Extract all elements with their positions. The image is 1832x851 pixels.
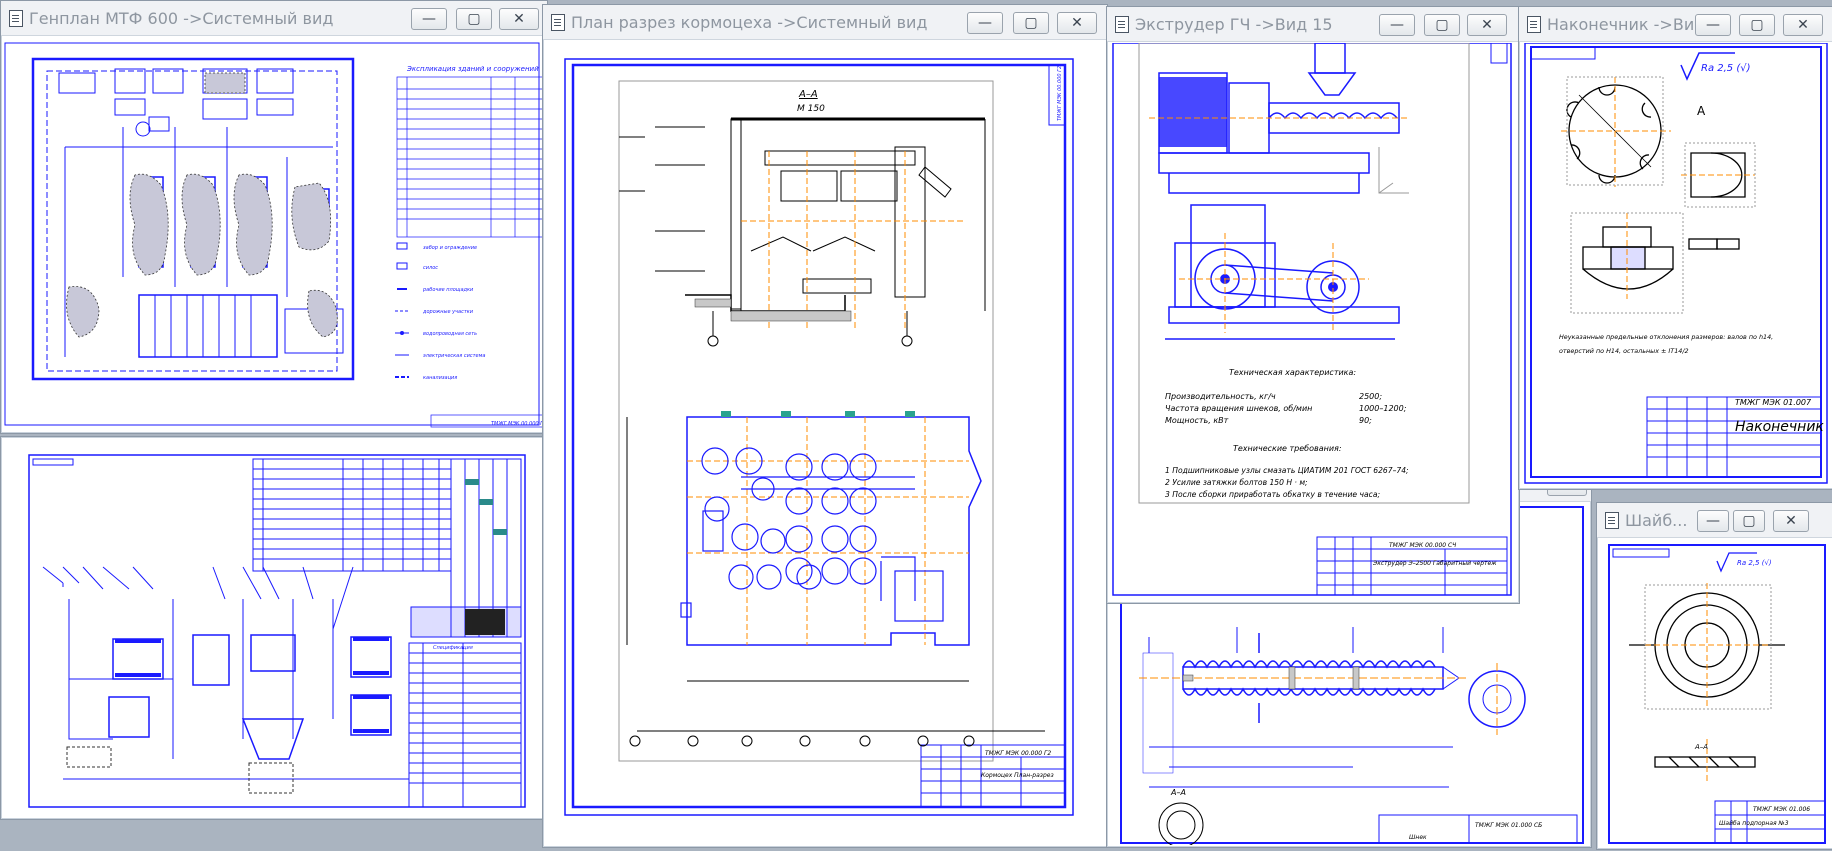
stamp-code: ТМЖГ МЭК 01.006 xyxy=(1753,806,1810,813)
close-button[interactable]: ✕ xyxy=(1783,14,1823,36)
window-plan[interactable]: План разрез кормоцеха ->Системный вид — … xyxy=(542,4,1108,848)
legend-item: канализация xyxy=(423,375,457,381)
minimize-button[interactable]: — xyxy=(967,12,1003,34)
window-title: Шайб... xyxy=(1625,511,1688,530)
drawing-canvas[interactable]: А–А М 150 ТМЖГ МЭК 00.000 Г2 Кормоцех Пл… xyxy=(545,41,1105,845)
side-code: ТМЖГ МЭК 00.000 Г2 xyxy=(1057,66,1063,121)
document-icon xyxy=(551,14,565,31)
req-item: 3 После сборки приработать обкатку в теч… xyxy=(1165,490,1380,499)
window-genplan[interactable]: Генплан МТФ 600 ->Системный вид — ▢ ✕ Эк… xyxy=(0,0,548,434)
legend-item: дорожные участки xyxy=(422,309,474,315)
close-button[interactable]: ✕ xyxy=(1467,14,1507,36)
close-button[interactable]: ✕ xyxy=(499,8,539,30)
section-label: А–А xyxy=(1170,788,1186,797)
window-title: План разрез кормоцеха ->Системный вид xyxy=(571,13,928,32)
section-title: А–А xyxy=(798,89,818,100)
titlebar[interactable]: Экструдер ГЧ ->Вид 15 — ▢ ✕ xyxy=(1107,7,1519,42)
window-title: Генплан МТФ 600 ->Системный вид xyxy=(29,9,334,28)
spec-value: 90; xyxy=(1359,416,1372,425)
maximize-button[interactable]: ▢ xyxy=(1424,14,1460,36)
close-button[interactable]: ✕ xyxy=(1773,510,1809,532)
titlebar[interactable]: Шайб... — ▢ ✕ xyxy=(1597,503,1832,538)
document-icon xyxy=(9,10,23,27)
req-item: 1 Подшипниковые узлы смазать ЦИАТИМ 201 … xyxy=(1165,466,1409,475)
window-title: Экструдер ГЧ ->Вид 15 xyxy=(1135,15,1333,34)
spec-label: Спецификация xyxy=(433,645,473,651)
window-unit[interactable]: Спецификация xyxy=(0,436,544,820)
stamp-code: ТМЖГ МЭК 00.000 СЧ xyxy=(1389,542,1456,549)
stamp-name: Наконечник xyxy=(1735,419,1824,435)
explication-title: Экспликация зданий и сооружений xyxy=(406,65,539,73)
spec-label: Частота вращения шнеков, об/мин xyxy=(1165,404,1312,413)
spec-label: Мощность, кВт xyxy=(1165,416,1229,425)
maximize-button[interactable]: ▢ xyxy=(456,8,492,30)
legend-item: рабочие площадки xyxy=(422,287,474,293)
req-title: Технические требования: xyxy=(1233,444,1342,453)
note-line: отверстий по Н14, остальных ± IT14/2 xyxy=(1559,347,1689,355)
legend-item: силос xyxy=(423,265,438,271)
titlebar[interactable]: Наконечник ->Вид... — ▢ ✕ xyxy=(1519,7,1832,42)
note-line: Неуказанные предельные отклонения размер… xyxy=(1559,333,1773,341)
req-item: 2 Усилие затяжки болтов 150 Н · м; xyxy=(1165,478,1308,487)
stamp-code: ТМЖГ МЭК 00.000 Г xyxy=(491,421,544,427)
drawing-canvas[interactable]: Спецификация xyxy=(3,439,541,817)
drawing-canvas[interactable]: Ra 2,5 (√) А Неуказанные предельные откл… xyxy=(1521,43,1831,487)
stamp-code: ТМЖГ МЭК 00.000 Г2 xyxy=(985,750,1051,757)
section-label: А–А xyxy=(1694,743,1708,751)
minimize-button[interactable]: — xyxy=(1379,14,1415,36)
roughness-label: Ra 2,5 (√) xyxy=(1737,559,1772,567)
legend-item: забор и ограждение xyxy=(423,245,477,251)
stamp-code: ТМЖГ МЭК 01.000 СБ xyxy=(1475,822,1542,829)
roughness-label: Ra 2,5 (√) xyxy=(1701,63,1751,74)
document-icon xyxy=(1605,512,1619,529)
spec-label: Производительность, кг/ч xyxy=(1165,392,1276,401)
tech-title: Техническая характеристика: xyxy=(1229,368,1356,377)
maximize-button[interactable]: ▢ xyxy=(1733,510,1765,532)
drawing-canvas[interactable]: Техническая характеристика: Производител… xyxy=(1109,43,1517,601)
spec-value: 1000–1200; xyxy=(1359,404,1407,413)
legend-item: электрическая система xyxy=(423,353,485,359)
window-washer[interactable]: Шайб... — ▢ ✕ Ra 2,5 (√) А–А ТМЖГ МЭК 01… xyxy=(1596,502,1832,850)
close-button[interactable]: ✕ xyxy=(1057,12,1097,34)
scale-label: М 150 xyxy=(797,104,825,114)
document-icon xyxy=(1115,16,1129,33)
maximize-button[interactable]: ▢ xyxy=(1739,14,1775,36)
window-extruder[interactable]: Экструдер ГЧ ->Вид 15 — ▢ ✕ Техническая … xyxy=(1106,6,1520,604)
drawing-canvas[interactable]: Экспликация зданий и сооружений забор и … xyxy=(3,37,545,431)
window-tip[interactable]: Наконечник ->Вид... — ▢ ✕ Ra 2,5 (√) А Н… xyxy=(1518,6,1832,490)
stamp-name: Кормоцех План-разрез xyxy=(981,772,1054,779)
minimize-button[interactable]: — xyxy=(1697,510,1729,532)
stamp-name: Шайба подпорная №3 xyxy=(1719,820,1789,827)
stamp-name: Шнек xyxy=(1409,834,1427,841)
legend: забор и ограждение силос рабочие площадк… xyxy=(395,242,485,381)
stamp-name: Экструдер Э–2500 Габаритный чертеж xyxy=(1372,560,1497,567)
stamp-code: ТМЖГ МЭК 01.007 xyxy=(1735,398,1812,407)
legend-item: водопроводная сеть xyxy=(423,331,477,337)
drawing-canvas[interactable]: Ra 2,5 (√) А–А ТМЖГ МЭК 01.006 Шайба под… xyxy=(1599,539,1831,847)
titlebar[interactable]: План разрез кормоцеха ->Системный вид — … xyxy=(543,5,1107,40)
document-icon xyxy=(1527,16,1541,33)
spec-value: 2500; xyxy=(1359,392,1382,401)
maximize-button[interactable]: ▢ xyxy=(1013,12,1049,34)
titlebar[interactable]: Генплан МТФ 600 ->Системный вид — ▢ ✕ xyxy=(1,1,547,36)
minimize-button[interactable]: — xyxy=(411,8,447,30)
view-label: А xyxy=(1697,104,1706,118)
minimize-button[interactable]: — xyxy=(1695,14,1731,36)
